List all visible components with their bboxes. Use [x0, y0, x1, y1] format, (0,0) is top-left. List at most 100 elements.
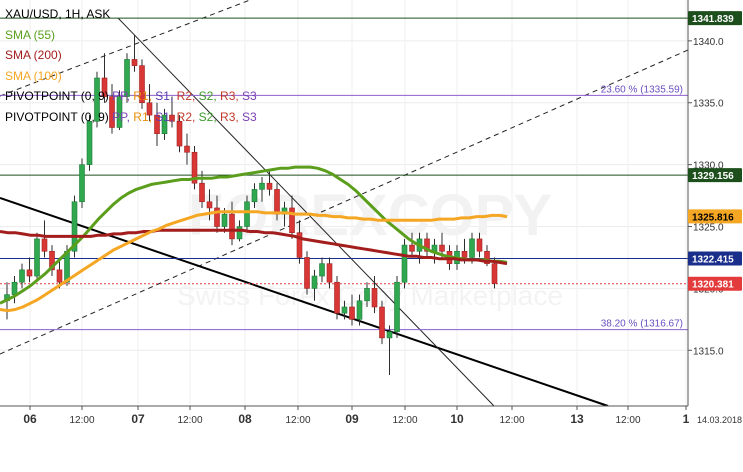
legend-pivot-item: S1,	[155, 89, 177, 103]
legend-entry[interactable]: SMA (200)	[5, 45, 257, 66]
legend-pivot-item: PP,	[112, 89, 134, 103]
legend-pivot-prefix: PIVOTPOINT (0, 9)	[5, 109, 113, 124]
candle-body	[86, 121, 93, 165]
legend-pivot-item: S2,	[198, 109, 221, 124]
fib-level-label: 38.20 % (1316.67)	[601, 319, 683, 330]
legend-pivot-item: S1,	[155, 109, 177, 124]
candle-body	[349, 306, 355, 320]
candle-body	[371, 288, 378, 308]
fib-level-label: 23.60 % (1335.59)	[601, 84, 683, 95]
chart-legend: XAU/USD, 1H, ASK SMA (55) SMA (200) SMA (1…	[5, 4, 257, 127]
price-badge: 1320.381	[688, 276, 742, 291]
x-tick-label: 12:00	[499, 415, 524, 426]
legend-pivot-item: R2,	[176, 109, 199, 124]
chart-title: XAU/USD, 1H, ASK	[5, 7, 111, 21]
candle-body	[184, 145, 190, 153]
candle	[379, 300, 385, 345]
candle-body	[379, 306, 385, 339]
legend-pivot-item: R1,	[133, 109, 156, 124]
legend-entry-pivotpoint[interactable]: PIVOTPOINT (0, 9) PP, R1, S1, R2, S2, R3…	[5, 107, 257, 128]
candle-body	[311, 275, 318, 289]
candle-body	[244, 201, 250, 227]
legend-entry-pivotpoint[interactable]: PIVOTPOINT (0, 9) PP, R1, S1, R2, S2, R3…	[5, 86, 257, 107]
candle-body	[206, 201, 213, 209]
candle-body	[199, 182, 205, 203]
candle-body	[221, 213, 228, 227]
y-tick-label: 1340.0	[693, 37, 724, 48]
candle-body	[289, 207, 295, 234]
candle-body	[334, 281, 340, 314]
watermark-subtext: Swiss Forex Copy Marketplace	[177, 280, 563, 311]
candle-body	[461, 250, 468, 258]
candle-body	[251, 189, 258, 203]
legend-pivot-item: PP,	[112, 109, 134, 124]
x-tick-label: 12:00	[615, 415, 640, 426]
candle-body	[236, 226, 243, 240]
y-tick-label: 1315.0	[693, 346, 724, 357]
legend-pivot-item: R3,	[220, 109, 243, 124]
x-tick-label: 1	[683, 412, 690, 426]
candle-body	[469, 238, 475, 258]
x-tick-label: 12:00	[285, 415, 310, 426]
candle-body	[41, 238, 48, 252]
x-tick-label: 12:00	[177, 415, 202, 426]
candle-body	[401, 244, 408, 283]
legend-pivot-item: R3,	[220, 89, 243, 103]
candle-body	[439, 244, 445, 252]
candle-body	[11, 281, 18, 295]
candle-body	[341, 306, 348, 314]
legend-pivot-item: S2,	[198, 89, 221, 103]
candle-body	[19, 269, 25, 283]
x-tick-label: 07	[131, 412, 145, 426]
y-tick-label: 1325.0	[693, 223, 724, 234]
candle	[334, 276, 340, 320]
legend-pivot-prefix: PIVOTPOINT (0, 9)	[5, 89, 113, 103]
legend-pivot-item: R1,	[133, 89, 156, 103]
price-badge: 1325.816	[688, 209, 742, 224]
candle	[191, 146, 198, 190]
candle	[394, 276, 400, 338]
candle-body	[409, 244, 415, 252]
x-tick-label: 12:00	[392, 415, 417, 426]
candle	[304, 251, 310, 295]
candle-body	[266, 182, 273, 190]
x-tick-label: 06	[23, 412, 37, 426]
candle-body	[34, 238, 40, 277]
candle-body	[356, 300, 363, 320]
candle-body	[259, 182, 265, 190]
candle-body	[79, 164, 85, 203]
x-tick-label: 12:00	[69, 415, 94, 426]
price-badge: 1322.415	[688, 251, 742, 266]
price-badge-label: 1341.839	[692, 14, 734, 25]
price-badge-label: 1322.415	[692, 255, 734, 266]
candle-body	[56, 269, 63, 283]
candle-body	[319, 263, 325, 277]
x-tick-label: 13	[570, 412, 584, 426]
candle-body	[304, 257, 310, 289]
candle-body	[274, 189, 280, 215]
candle	[401, 238, 408, 289]
legend-pivot-item: S3	[242, 89, 257, 103]
legend-entry[interactable]: SMA (100)	[5, 66, 257, 87]
price-badge: 1329.156	[688, 168, 742, 183]
candle-body	[229, 213, 235, 240]
x-tick-label: 09	[345, 412, 359, 426]
legend-entry[interactable]: SMA (55)	[5, 25, 257, 46]
price-badge-label: 1325.816	[692, 212, 734, 223]
price-badge: 1341.839	[688, 11, 742, 26]
candle-body	[364, 288, 370, 302]
price-badge-label: 1329.156	[692, 171, 734, 182]
legend-pivot-item: R2,	[176, 89, 199, 103]
legend-pivot-item: S3	[242, 109, 257, 124]
y-tick-label: 1335.0	[693, 99, 724, 110]
candle	[34, 232, 40, 279]
candle-body	[26, 269, 33, 277]
price-badge-label: 1320.381	[692, 280, 734, 291]
x-tick-label: 10	[450, 412, 464, 426]
candle-body	[326, 263, 333, 283]
x-end-date-label: 14.03.2018	[697, 415, 742, 425]
chart-widget: FOREXCOPY Swiss Forex Copy Marketplace 23…	[0, 0, 743, 467]
candle-body	[491, 263, 498, 284]
candle-body	[476, 238, 483, 252]
candle	[79, 158, 85, 208]
